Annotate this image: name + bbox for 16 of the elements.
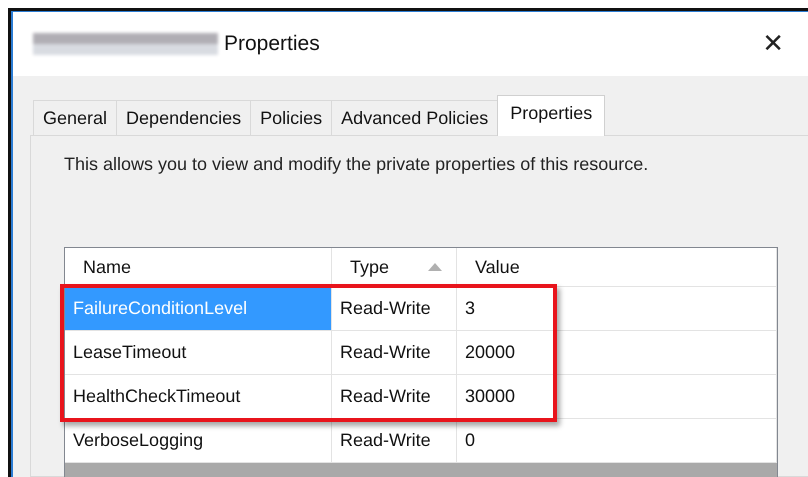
table-cell: 20000 (457, 331, 777, 374)
table-cell[interactable]: HealthCheckTimeout (65, 375, 332, 418)
table-cell: Read-Write (332, 375, 457, 418)
table-cell: 3 (457, 287, 777, 330)
window-title: Properties (224, 32, 320, 56)
table-cell[interactable]: LeaseTimeout (65, 331, 332, 374)
table-cell: 0 (457, 419, 777, 462)
table-cell: Read-Write (332, 287, 457, 330)
table-cell: 30000 (457, 375, 777, 418)
table-cell: Read-Write (332, 419, 457, 462)
description-text: This allows you to view and modify the private properties of this resource. (64, 154, 650, 175)
table-cell[interactable]: VerboseLogging (65, 419, 332, 462)
tab[interactable]: General (33, 100, 118, 135)
close-button[interactable]: ✕ (762, 29, 784, 59)
table-cell: Read-Write (332, 331, 457, 374)
tab[interactable]: Properties (497, 95, 606, 136)
